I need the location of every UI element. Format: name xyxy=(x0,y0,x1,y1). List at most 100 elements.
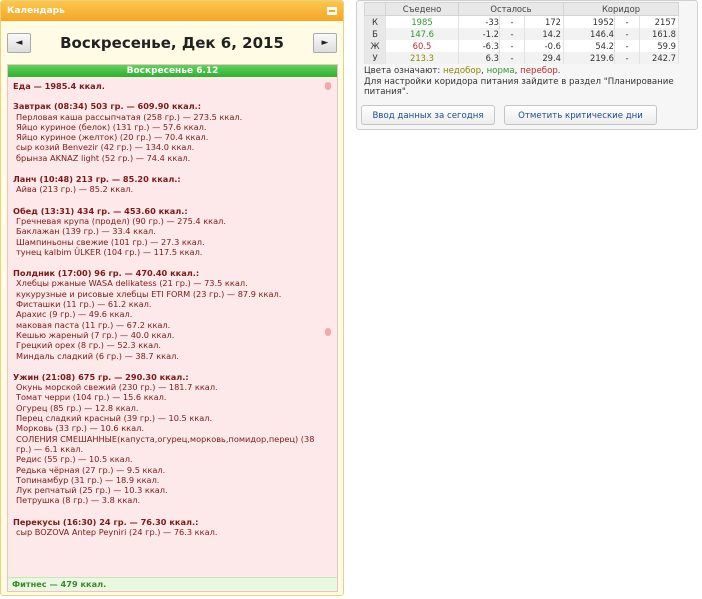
row-label: Ж xyxy=(364,40,386,52)
color-legend: Цвета означают: недобор, норма, перебор.… xyxy=(364,66,697,98)
food-item: Шампиньоны свежие (101 гр.) — 27.3 ккал. xyxy=(16,236,205,247)
meal-list: Завтрак (08:34) 503 гр. — 609.90 ккал.: П… xyxy=(13,101,332,537)
food-item: Морковь (33 гр.) — 10.6 ккал. xyxy=(16,423,144,434)
meal-header[interactable]: Полдник (17:00) 96 гр. — 470.40 ккал.: xyxy=(13,268,332,278)
food-item: Окунь морской свежий (230 гр.) — 181.7 к… xyxy=(16,382,218,393)
food-item: Айва (213 гр.) — 85.2 ккал. xyxy=(16,184,134,195)
table-row: Ж 60.5 -6.3- -0.6 54.2-59.9 xyxy=(364,40,679,52)
food-item: Петрушка (8 гр.) — 3.8 ккал. xyxy=(16,495,141,506)
food-item: Перловая каша рассыпчатая (258 гр.) — 27… xyxy=(16,111,243,122)
dash: - xyxy=(614,15,640,28)
row-label: К xyxy=(364,15,386,28)
meal-block: Обед (13:31) 434 гр. — 453.60 ккал.: Греч… xyxy=(13,206,332,257)
fitness-bar[interactable]: Фитнес — 479 ккал. xyxy=(8,577,337,591)
remaining-to: 172 xyxy=(524,15,564,28)
day-total: Еда — 1985.4 ккал. xyxy=(13,81,105,91)
next-day-button[interactable]: ► xyxy=(313,33,337,53)
food-item: Топинамбур (31 гр.) — 18.9 ккал. xyxy=(16,474,160,485)
nutrition-table: Съедено Осталось Коридор К 1985 -33-172 195… xyxy=(364,2,679,64)
legend-note: Для настройки коридора питания зайдите в… xyxy=(364,76,674,98)
date-title: Воскресенье, Дек 6, 2015 xyxy=(60,34,284,52)
edit-icon[interactable] xyxy=(325,82,331,90)
meal-header[interactable]: Завтрак (08:34) 503 гр. — 609.90 ккал.: xyxy=(13,101,332,111)
remaining-from: -33 xyxy=(458,15,500,28)
calendar-header: Календарь xyxy=(1,1,343,21)
corridor-to: 161.8 xyxy=(639,28,679,40)
table-header-blank xyxy=(364,2,386,16)
meal-header[interactable]: Перекусы (16:30) 24 гр. — 76.30 ккал.: xyxy=(13,517,332,527)
meal-header[interactable]: Ланч (10:48) 213 гр. — 85.20 ккал.: xyxy=(13,174,332,184)
food-item: Грецкий орех (8 гр.) — 52.3 ккал. xyxy=(16,340,161,351)
food-item: Хлебцы ржаные WASA delikatess (21 гр.) —… xyxy=(16,278,248,289)
legend-sep: , xyxy=(481,66,484,76)
food-item: Гречневая крупа (продел) (90 гр.) — 275.… xyxy=(16,215,226,226)
table-header-corridor: Коридор xyxy=(563,2,679,16)
food-item: сыр BOZOVA Antep Peyniri (24 гр.) — 76.3… xyxy=(16,526,218,537)
row-label: У xyxy=(364,52,386,64)
day-body: Еда — 1985.4 ккал. Завтрак (08:34) 503 г… xyxy=(8,77,337,537)
food-item: Редька чёрная (27 гр.) — 9.5 ккал. xyxy=(16,464,166,475)
eaten-value: 213.3 xyxy=(385,52,459,64)
food-item: кукурузные и рисовые хлебцы ETI FORM (23… xyxy=(16,288,282,299)
legend-end: . xyxy=(557,66,561,76)
legend-over: перебор xyxy=(520,66,558,76)
dash: - xyxy=(614,52,640,64)
meal-block: Ужин (21:08) 675 гр. — 290.30 ккал.: Окун… xyxy=(13,372,332,506)
eaten-value: 60.5 xyxy=(385,40,459,52)
food-item: Перец сладкий красный (39 гр.) — 10.5 кк… xyxy=(16,413,213,424)
dash: - xyxy=(499,28,525,40)
table-header-remaining: Осталось xyxy=(458,2,564,16)
meal-header[interactable]: Обед (13:31) 434 гр. — 453.60 ккал.: xyxy=(13,206,332,216)
corridor-from: 1952 xyxy=(563,15,615,28)
table-row: Б 147.6 -1.2-14.2 146.4-161.8 xyxy=(364,28,679,40)
food-item: Арахис (9 гр.) — 49.6 ккал. xyxy=(16,309,133,320)
corridor-to: 2157 xyxy=(639,15,679,28)
remaining-from: -6.3 xyxy=(458,40,500,52)
legend-norm: норма xyxy=(486,66,515,76)
day-card: Воскресенье 6.12 Еда — 1985.4 ккал. Завт… xyxy=(7,64,338,592)
food-item: Яйцо куриное (желток) (20 гр.) — 70.4 кк… xyxy=(16,132,209,143)
food-item: Фисташки (11 гр.) — 61.2 ккал. xyxy=(16,299,152,310)
corridor-to: 59.9 xyxy=(639,40,679,52)
remaining-from: 6.3 xyxy=(458,52,500,64)
remaining-to: 14.2 xyxy=(524,28,564,40)
edit-icon[interactable] xyxy=(325,328,331,336)
table-row: У 213.3 6.3-29.4 219.6-242.7 xyxy=(364,52,679,64)
dash: - xyxy=(614,28,640,40)
food-item: Яйцо куриное (белок) (131 гр.) — 57.6 кк… xyxy=(16,121,207,132)
dash: - xyxy=(499,40,525,52)
food-item: СОЛЕНИЯ СМЕШАННЫЕ(капуста,огурец,морковь… xyxy=(16,433,315,454)
food-item: Томат черри (104 гр.) — 15.6 ккал. xyxy=(16,392,167,403)
day-title: Воскресенье 6.12 xyxy=(8,65,337,77)
mark-critical-days-button[interactable]: Отметить критические дни xyxy=(504,105,657,125)
corridor-from: 146.4 xyxy=(563,28,615,40)
table-row: К 1985 -33-172 1952-2157 xyxy=(364,15,679,28)
minimize-icon[interactable] xyxy=(327,7,337,15)
meal-block: Завтрак (08:34) 503 гр. — 609.90 ккал.: П… xyxy=(13,101,332,163)
food-item: Миндаль сладкий (6 гр.) — 38.7 ккал. xyxy=(16,350,179,361)
food-item: маковая паста (11 гр.) — 67.2 ккал. xyxy=(16,319,171,330)
meal-block: Полдник (17:00) 96 гр. — 470.40 ккал.: Хл… xyxy=(13,268,332,361)
enter-today-data-button[interactable]: Ввод данных за сегодня xyxy=(361,105,495,125)
food-item: Кешью жареный (7 гр.) — 40.0 ккал. xyxy=(16,329,175,340)
legend-prefix: Цвета означают: xyxy=(364,66,441,76)
corridor-from: 54.2 xyxy=(563,40,615,52)
food-item: тунец kalbim ÜLKER (104 гр.) — 117.5 кка… xyxy=(16,246,203,257)
remaining-to: 29.4 xyxy=(524,52,564,64)
remaining-from: -1.2 xyxy=(458,28,500,40)
food-item: брынза AKNAZ light (52 гр.) — 74.4 ккал. xyxy=(16,152,191,163)
prev-day-button[interactable]: ◄ xyxy=(7,33,31,53)
dash: - xyxy=(614,40,640,52)
dash: - xyxy=(499,15,525,28)
eaten-value: 1985 xyxy=(385,15,459,28)
food-item: Редис (55 гр.) — 10.5 ккал. xyxy=(16,454,133,465)
calendar-header-title: Календарь xyxy=(7,6,65,16)
meal-header[interactable]: Ужин (21:08) 675 гр. — 290.30 ккал.: xyxy=(13,372,332,382)
eaten-value: 147.6 xyxy=(385,28,459,40)
dash: - xyxy=(499,52,525,64)
calendar-panel: Календарь ◄ Воскресенье, Дек 6, 2015 ► В… xyxy=(0,0,344,596)
food-item: Огурец (85 гр.) — 12.8 ккал. xyxy=(16,402,139,413)
meal-block: Ланч (10:48) 213 гр. — 85.20 ккал.: Айва … xyxy=(13,174,332,195)
remaining-to: -0.6 xyxy=(524,40,564,52)
row-label: Б xyxy=(364,28,386,40)
